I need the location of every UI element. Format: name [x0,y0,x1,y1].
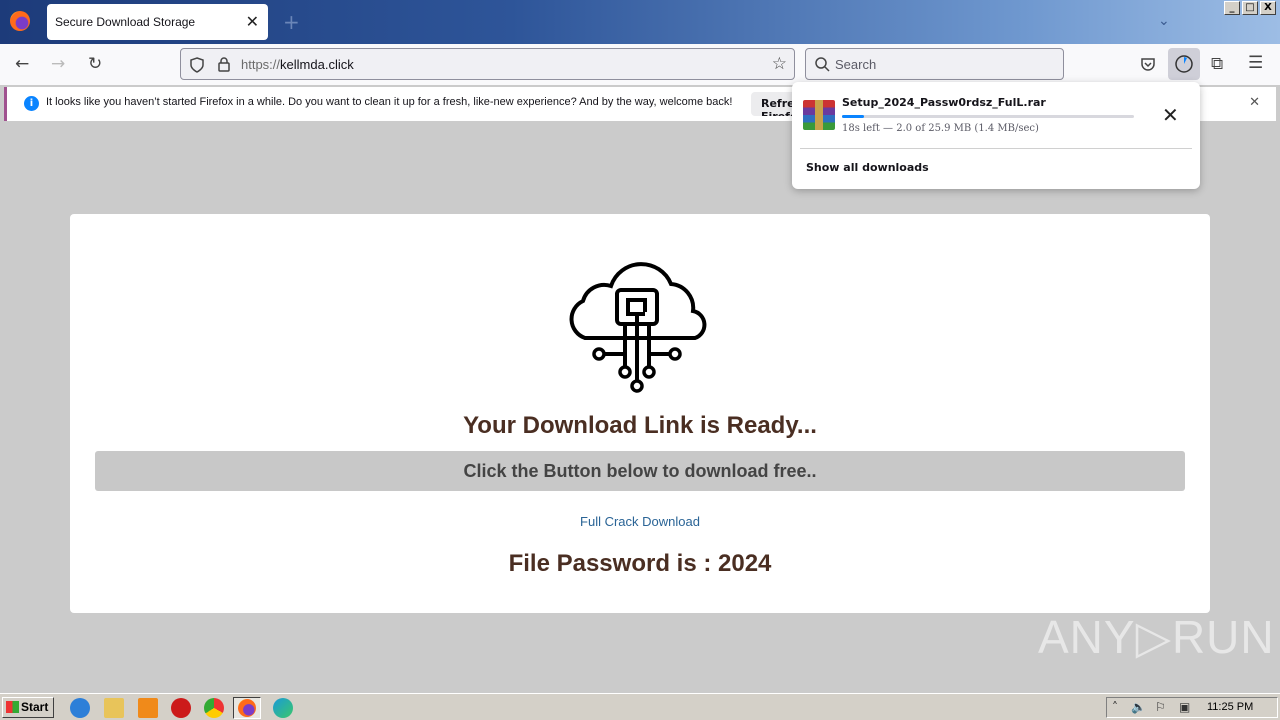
back-arrow-icon[interactable]: ← [15,54,29,74]
url-scheme: https:// [241,57,281,72]
tab-secure-download-storage[interactable]: Secure Download Storage ✕ [47,4,268,40]
pocket-icon[interactable] [1140,56,1156,72]
taskbar: Start ˄ 🔈 ⚐ ▣ 11:25 PM [0,693,1280,720]
window-controls: _ □ X [1224,1,1276,15]
chrome-icon[interactable] [204,698,224,718]
download-card: Your Download Link is Ready... Click the… [70,214,1210,613]
full-crack-download-link[interactable]: Full Crack Download [70,514,1210,529]
title-bar: Secure Download Storage ✕ + ⌄ _ □ X [0,0,1280,44]
lock-icon[interactable] [217,56,231,73]
url-host: kellmda.click [280,57,354,72]
show-all-downloads-button[interactable]: Show all downloads [806,161,929,174]
anyrun-watermark: ANY▷RUN [1038,611,1275,663]
url-bar[interactable]: https://kellmda.click ☆ [180,48,795,80]
winrar-archive-icon [803,100,835,130]
start-label: Start [21,700,49,714]
info-icon: i [24,96,39,111]
start-button[interactable]: Start [2,697,54,718]
internet-explorer-icon[interactable] [70,698,90,718]
network-icon[interactable]: ▣ [1179,700,1190,714]
opera-icon[interactable] [171,698,191,718]
search-input[interactable]: Search [805,48,1064,80]
search-placeholder: Search [835,57,877,72]
shield-icon[interactable] [189,57,205,73]
action-center-flag-icon[interactable]: ⚐ [1155,700,1166,714]
downloads-button[interactable] [1168,48,1200,80]
download-filename[interactable]: Setup_2024_Passw0rdsz_FulL.rar [842,96,1046,109]
download-status: 18s left — 2.0 of 25.9 MB (1.4 MB/sec) [842,123,1039,134]
windows-logo-icon [6,701,19,713]
edge-icon[interactable] [273,698,293,718]
firefox-logo-icon[interactable] [10,11,30,31]
volume-icon[interactable]: 🔈 [1131,700,1146,714]
forward-arrow-icon[interactable]: → [51,54,65,74]
minimize-button[interactable]: _ [1224,1,1240,15]
download-progress-fill [842,115,865,118]
reload-icon[interactable]: ↻ [88,54,102,74]
tab-title: Secure Download Storage [55,15,196,29]
downloads-panel: Setup_2024_Passw0rdsz_FulL.rar 18s left … [792,82,1200,189]
download-progress-bar [842,115,1134,118]
notification-text: It looks like you haven’t started Firefo… [46,96,733,108]
menu-hamburger-icon[interactable]: ☰ [1248,53,1263,73]
bookmark-star-icon[interactable]: ☆ [772,54,787,74]
search-icon [815,57,830,72]
new-tab-plus-icon[interactable]: + [283,10,300,34]
firefox-icon [238,699,256,717]
instruction-banner: Click the Button below to download free.… [95,451,1185,491]
page-heading: Your Download Link is Ready... [463,412,817,439]
panel-divider [800,148,1192,149]
download-progress-icon [1175,55,1193,73]
restore-button[interactable]: □ [1242,1,1258,15]
file-password-text: File Password is : 2024 [508,550,772,577]
navigation-toolbar: ← → ↻ https://kellmda.click ☆ Search ⧉ ☰ [0,44,1280,85]
file-explorer-icon[interactable] [104,698,124,718]
cloud-circuit-icon [569,262,707,393]
close-window-button[interactable]: X [1260,1,1276,15]
url-text: https://kellmda.click [241,57,354,72]
system-tray: ˄ 🔈 ⚐ ▣ 11:25 PM [1106,697,1278,718]
media-player-icon[interactable] [138,698,158,718]
tab-list-chevron-down-icon[interactable]: ⌄ [1158,13,1170,29]
clock[interactable]: 11:25 PM [1207,701,1253,713]
show-hidden-icons-chevron-up-icon[interactable]: ˄ [1112,700,1118,714]
cancel-download-icon[interactable]: ✕ [1162,103,1179,127]
firefox-taskbar-button[interactable] [233,697,261,719]
extensions-puzzle-icon[interactable]: ⧉ [1211,54,1223,74]
notification-close-icon[interactable]: ✕ [1249,95,1260,110]
tab-close-icon[interactable]: ✕ [246,12,259,31]
